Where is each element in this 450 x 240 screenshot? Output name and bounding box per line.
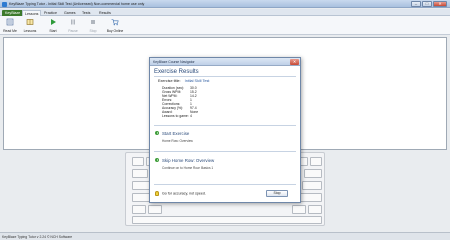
read-me-button[interactable]: Read Me	[1, 17, 19, 34]
stop-icon	[91, 20, 95, 24]
keyboard-key	[308, 205, 322, 214]
keyboard-key	[132, 157, 144, 166]
exercise-title: Exercise title: Initial Skill Test	[158, 79, 209, 83]
pause-icon	[71, 19, 75, 25]
divider	[154, 76, 296, 77]
keyboard-key	[298, 193, 322, 202]
lessons-button[interactable]: Lessons	[21, 17, 39, 34]
divider	[154, 184, 296, 185]
divider	[154, 151, 296, 152]
skip-lesson-subtitle: Continue on to Home Row: Basics 1	[162, 166, 214, 170]
read-me-label: Read Me	[3, 29, 17, 33]
start-label: Start	[49, 29, 57, 33]
start-icon	[51, 19, 56, 25]
keyboard-key	[310, 157, 322, 166]
menu-bar: KeyBlaze Lessons Practice Games Tests Re…	[0, 9, 450, 16]
lightbulb-icon	[155, 191, 159, 196]
keyboard-key	[132, 216, 322, 224]
app-icon	[2, 1, 7, 7]
window-title: KeyBlaze Typing Tutor - Initial Skill Te…	[9, 2, 145, 6]
arrow-right-icon	[155, 131, 159, 135]
keyboard-key	[302, 181, 322, 190]
pause-label: Pause	[68, 29, 78, 33]
exercise-title-value: Initial Skill Test	[184, 79, 210, 83]
lessons-label: Lessons	[23, 29, 37, 33]
keyboard-key	[148, 205, 162, 214]
dialog-title: KeyBlaze Course Navigator	[153, 60, 195, 64]
course-navigator-dialog: KeyBlaze Course Navigator ✕ Exercise Res…	[149, 57, 301, 203]
keyboard-key	[304, 169, 322, 178]
results-heading: Exercise Results	[154, 69, 199, 75]
stat-value: 4	[190, 114, 192, 118]
dialog-close-button[interactable]: ✕	[290, 59, 299, 65]
stop-toolbar-button[interactable]: Stop	[84, 17, 102, 34]
arrow-right-icon	[155, 158, 159, 162]
pause-button[interactable]: Pause	[64, 17, 82, 34]
read-me-icon	[6, 18, 14, 26]
stat-label: Lessons to game:	[162, 114, 189, 118]
tip-text: Go for accuracy, not speed.	[162, 191, 206, 196]
start-button[interactable]: Start	[44, 17, 62, 34]
title-bar: KeyBlaze Typing Tutor - Initial Skill Te…	[0, 0, 450, 8]
keyboard-key	[132, 181, 150, 190]
cart-icon	[111, 19, 119, 26]
tip: Go for accuracy, not speed.	[155, 191, 206, 196]
skip-lesson-link[interactable]: Skip Home Row: Overview	[162, 158, 214, 163]
close-button[interactable]: ✕	[433, 1, 447, 7]
keyboard-key	[132, 205, 146, 214]
buy-online-button[interactable]: Buy Online	[106, 17, 124, 34]
start-exercise-subtitle: Home Row: Overview	[162, 139, 193, 143]
keyboard-key	[132, 169, 148, 178]
stop-button[interactable]: Stop	[266, 190, 288, 197]
start-exercise-link[interactable]: Start Exercise	[162, 131, 189, 136]
dialog-title-bar: KeyBlaze Course Navigator ✕	[150, 58, 300, 66]
exercise-title-label: Exercise title:	[158, 79, 181, 83]
stop-toolbar-label: Stop	[89, 29, 97, 33]
divider	[154, 125, 296, 126]
maximize-button[interactable]: □	[422, 1, 432, 7]
keyboard-key	[292, 205, 306, 214]
status-bar: KeyBlaze Typing Tutor v 2.24 © NCH Softw…	[0, 232, 450, 240]
toolbar: Read Me Lessons Start Pause Stop Buy Onl…	[0, 16, 450, 35]
lessons-icon	[26, 19, 34, 25]
status-text: KeyBlaze Typing Tutor v 2.24 © NCH Softw…	[2, 235, 73, 239]
buy-online-label: Buy Online	[106, 29, 124, 33]
minimize-button[interactable]: –	[411, 1, 421, 7]
